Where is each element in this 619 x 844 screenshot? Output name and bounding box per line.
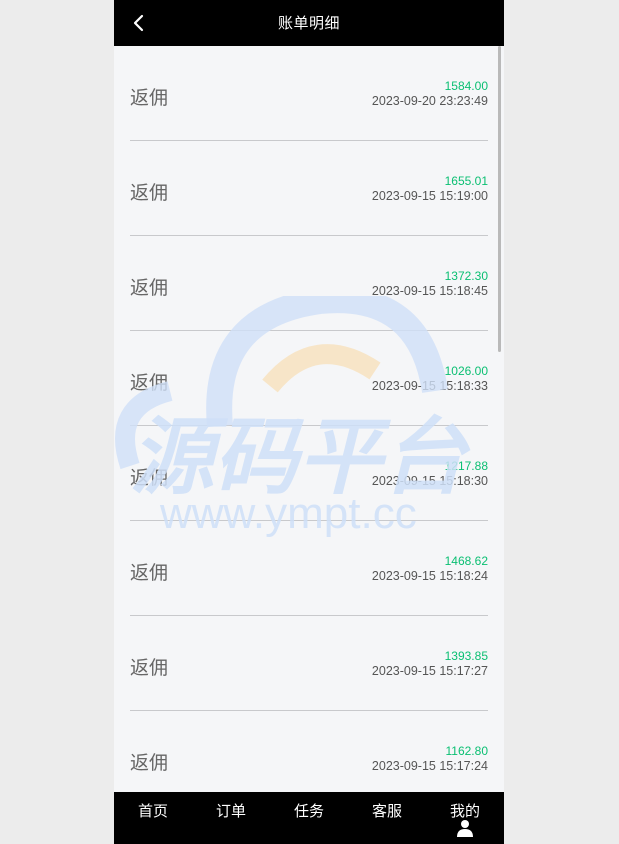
bill-amount: 1162.80 — [445, 744, 489, 758]
bill-time: 2023-09-15 15:18:30 — [371, 474, 488, 488]
tab-label: 任务 — [293, 802, 324, 820]
bill-row[interactable]: 返佣 1162.80 2023-09-15 15:17:24 — [130, 711, 488, 792]
page-title: 账单明细 — [277, 14, 340, 32]
bill-list[interactable]: 返佣 1584.00 2023-09-20 23:23:49 返佣 1655.0… — [114, 46, 504, 792]
bill-row[interactable]: 返佣 1393.85 2023-09-15 15:17:27 — [130, 616, 488, 711]
tab-service[interactable]: 客服 — [348, 792, 426, 844]
bill-amount: 1584.00 — [444, 79, 488, 93]
bill-row[interactable]: 返佣 1372.30 2023-09-15 15:18:45 — [130, 236, 488, 331]
tab-label: 首页 — [137, 802, 168, 820]
bill-time: 2023-09-15 15:17:24 — [371, 759, 488, 773]
bill-row[interactable]: 返佣 1468.62 2023-09-15 15:18:24 — [130, 521, 488, 616]
user-icon — [457, 820, 473, 837]
bill-row[interactable]: 返佣 1655.01 2023-09-15 15:19:00 — [130, 141, 488, 236]
bill-amount: 1393.85 — [444, 649, 488, 663]
top-nav-bar: 账单明细 — [114, 0, 504, 46]
bill-row[interactable]: 返佣 1217.88 2023-09-15 15:18:30 — [130, 426, 488, 521]
bill-type: 返佣 — [130, 372, 169, 394]
bill-type: 返佣 — [130, 562, 169, 584]
bill-time: 2023-09-15 15:18:45 — [371, 284, 488, 298]
tab-label: 订单 — [215, 802, 246, 820]
bill-row[interactable]: 返佣 1584.00 2023-09-20 23:23:49 — [130, 46, 488, 141]
bill-time: 2023-09-15 15:18:24 — [371, 569, 488, 583]
scrollbar[interactable] — [498, 46, 501, 352]
bill-time: 2023-09-15 15:19:00 — [371, 189, 488, 203]
bill-row[interactable]: 返佣 1026.00 2023-09-15 15:18:33 — [130, 331, 488, 426]
bottom-tab-bar: 首页 订单 任务 客服 我的 — [114, 792, 504, 844]
tab-home[interactable]: 首页 — [114, 792, 192, 844]
bill-time: 2023-09-15 15:17:27 — [371, 664, 488, 678]
bill-amount: 1655.01 — [444, 174, 488, 188]
bill-type: 返佣 — [130, 467, 169, 489]
bill-amount: 1217.88 — [444, 459, 488, 473]
phone-screen: 账单明细 返佣 1584.00 2023-09-20 23:23:49 返佣 1… — [114, 0, 504, 844]
tab-label: 客服 — [371, 802, 402, 820]
tab-orders[interactable]: 订单 — [192, 792, 270, 844]
bill-time: 2023-09-20 23:23:49 — [371, 94, 488, 108]
bill-type: 返佣 — [130, 657, 169, 679]
bill-amount: 1468.62 — [444, 554, 488, 568]
tab-tasks[interactable]: 任务 — [270, 792, 348, 844]
bill-type: 返佣 — [130, 182, 169, 204]
tab-mine[interactable]: 我的 — [426, 792, 504, 844]
bill-type: 返佣 — [130, 752, 169, 774]
tab-label: 我的 — [449, 802, 480, 820]
bill-amount: 1372.30 — [444, 269, 488, 283]
bill-type: 返佣 — [130, 87, 169, 109]
bill-time: 2023-09-15 15:18:33 — [371, 379, 488, 393]
bill-amount: 1026.00 — [444, 364, 488, 378]
bill-type: 返佣 — [130, 277, 169, 299]
